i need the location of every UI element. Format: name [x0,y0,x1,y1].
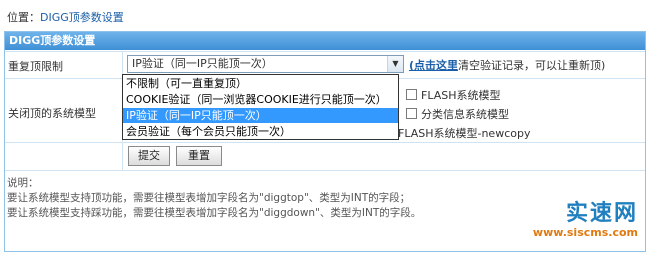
breadcrumb: 位置：DIGG顶参数设置 [7,9,124,25]
dropdown-option[interactable]: 不限制（可一直重复顶） [123,76,398,91]
repeat-limit-select[interactable]: IP验证（同一IP只能顶一次） ▼ [127,55,404,73]
buttons-row: 提交 重置 [5,142,645,170]
model-flash-newcopy-label: FLASH系统模型-newcopy [398,127,531,140]
notes-line: 要让系统模型支持顶功能，需要往模型表增加字段名为"diggtop"、类型为INT… [7,192,411,204]
model-flash-newcopy: FLASH系统模型-newcopy [398,125,530,141]
models-label: 关闭顶的系统模型 [8,107,96,120]
checkbox-icon[interactable] [406,89,417,100]
panel-title: DIGG顶参数设置 [5,32,645,50]
reset-button[interactable]: 重置 [176,146,222,166]
notes-section: 说明： 要让系统模型支持顶功能，需要往模型表增加字段名为"diggtop"、类型… [7,176,421,221]
submit-button[interactable]: 提交 [128,146,170,166]
model-checkbox-label: 分类信息系统模型 [421,108,509,121]
watermark-title: 实速网 [565,201,638,226]
clear-records-hint-text: 清空验证记录，可以让重新顶) [458,59,606,72]
clear-records-link[interactable]: (点击这里 [409,59,458,72]
repeat-limit-selected-value: IP验证（同一IP只能顶一次） [132,57,273,70]
model-checkbox-classified[interactable]: 分类信息系统模型 [406,106,509,122]
watermark-url: www.siscms.com [532,226,638,239]
model-checkbox-label: FLASH系统模型 [421,89,501,102]
breadcrumb-current[interactable]: DIGG顶参数设置 [40,11,124,24]
dropdown-option[interactable]: COOKIE验证（同一浏览器COOKIE进行只能顶一次） [123,92,398,107]
repeat-limit-dropdown[interactable]: 不限制（可一直重复顶） COOKIE验证（同一浏览器COOKIE进行只能顶一次）… [122,74,399,140]
breadcrumb-prefix: 位置： [7,11,40,24]
clear-records-hint: (点击这里清空验证记录，可以让重新顶) [409,57,605,73]
dropdown-option-selected[interactable]: IP验证（同一IP只能顶一次） [123,108,398,123]
chevron-down-icon[interactable]: ▼ [387,56,403,72]
dropdown-option[interactable]: 会员验证（每个会员只能顶一次） [123,124,398,139]
site-watermark: 实速网 www.siscms.com [533,202,638,240]
notes-heading: 说明： [7,177,39,189]
checkbox-icon[interactable] [406,108,417,119]
repeat-limit-label: 重复顶限制 [8,60,63,73]
notes-line: 要让系统模型支持踩功能，需要往模型表增加字段名为"diggdown"、类型为IN… [7,207,422,219]
model-checkbox-flash[interactable]: FLASH系统模型 [406,87,501,103]
